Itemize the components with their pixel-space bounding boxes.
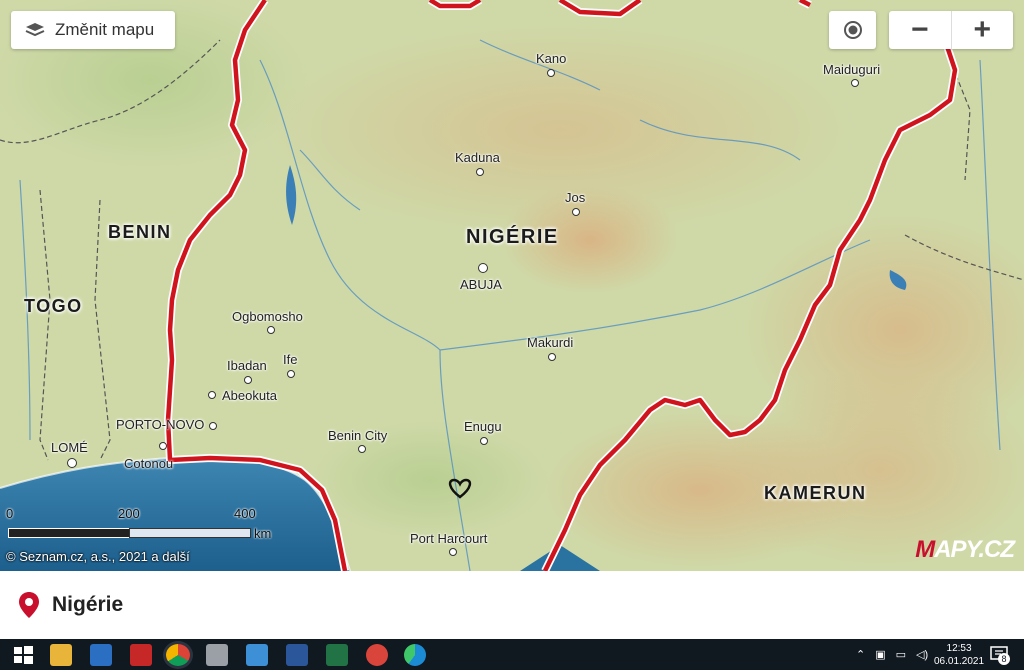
location-pin-icon — [19, 592, 39, 618]
city-label-port-harcourt: Port Harcourt — [410, 531, 488, 546]
layers-icon — [25, 23, 45, 37]
zoom-in-button[interactable]: + — [952, 11, 1014, 49]
scale-unit: km — [254, 526, 272, 541]
city-dot — [159, 442, 167, 450]
zoom-controls: − + — [889, 11, 1013, 49]
logo-first-letter: M — [915, 536, 935, 563]
tray-chevron-icon[interactable]: ⌃ — [856, 648, 865, 661]
scale-bar-light — [129, 528, 251, 538]
capital-dot — [67, 458, 77, 468]
notification-count: 8 — [998, 653, 1010, 665]
city-label-ife: Ife — [283, 352, 298, 367]
city-dot — [287, 370, 295, 378]
city-label-lome: LOMÉ — [51, 440, 88, 455]
capital-dot — [478, 263, 488, 273]
mapy-logo[interactable]: MAPY.CZ — [915, 536, 1015, 564]
country-label-cameroon: KAMERUN — [764, 483, 867, 503]
city-label-enugu: Enugu — [464, 419, 502, 434]
city-dot — [547, 69, 555, 77]
city-label-abuja: ABUJA — [460, 277, 502, 292]
city-label-benin-city: Benin City — [328, 428, 388, 443]
windows-taskbar: ⌃ ▣ ▭ ◁) 12:53 06.01.2021 8 — [0, 639, 1024, 670]
city-dot — [851, 79, 859, 87]
country-label-nigeria: NIGÉRIE — [466, 226, 559, 248]
city-label-kano: Kano — [536, 51, 567, 66]
city-dot — [480, 437, 488, 445]
target-icon — [843, 21, 862, 39]
city-dot — [209, 422, 217, 430]
app-red-icon[interactable] — [366, 644, 388, 666]
system-tray: ⌃ ▣ ▭ ◁) — [856, 639, 928, 670]
file-explorer-icon[interactable] — [50, 644, 72, 666]
city-label-maiduguri: Maiduguri — [823, 62, 881, 77]
printer-icon[interactable] — [206, 644, 228, 666]
place-info-panel: Nigérie — [0, 571, 1024, 639]
city-label-cotonou: Cotonou — [124, 456, 174, 471]
clock-time: 12:53 — [946, 642, 972, 654]
city-dot — [572, 208, 580, 216]
place-title: Nigérie — [52, 593, 124, 616]
acrobat-icon[interactable] — [130, 644, 152, 666]
scale-tick-200: 200 — [118, 506, 140, 521]
city-label-ogbomosho: Ogbomosho — [232, 309, 303, 324]
tray-device-icon[interactable]: ▣ — [875, 648, 885, 661]
map-view[interactable]: NIGÉRIE BENIN TOGO KAMERUN Kano Maidugur… — [0, 0, 1024, 571]
city-dot — [449, 548, 457, 556]
city-label-porto-novo: PORTO-NOVO — [116, 417, 205, 432]
clock-date: 06.01.2021 — [934, 655, 985, 667]
city-label-jos: Jos — [565, 190, 586, 205]
locate-button[interactable] — [829, 11, 876, 49]
scale-tick-400: 400 — [234, 506, 256, 521]
notifications-button[interactable]: 8 — [990, 639, 1010, 670]
city-label-ibadan: Ibadan — [227, 358, 267, 373]
chrome-icon[interactable] — [166, 644, 190, 666]
country-label-togo: TOGO — [24, 296, 83, 316]
map-attribution[interactable]: © Seznam.cz, a.s., 2021 a další — [6, 549, 190, 564]
city-dot — [244, 376, 252, 384]
city-dot — [476, 168, 484, 176]
tray-volume-icon[interactable]: ◁) — [916, 648, 928, 661]
city-dot — [358, 445, 366, 453]
logo-rest: APY.CZ — [934, 536, 1015, 563]
edge-icon[interactable] — [404, 644, 426, 666]
taskbar-clock[interactable]: 12:53 06.01.2021 — [934, 639, 984, 670]
map-scale: 0 200 400 km — [6, 506, 276, 546]
city-label-abeokuta: Abeokuta — [222, 388, 277, 403]
country-label-benin: BENIN — [108, 222, 172, 242]
city-dot — [267, 326, 275, 334]
tray-network-icon[interactable]: ▭ — [896, 648, 906, 661]
zoom-out-button[interactable]: − — [889, 11, 952, 49]
city-dot — [208, 391, 216, 399]
app-window-icon[interactable] — [246, 644, 268, 666]
city-dot — [548, 353, 556, 361]
change-map-button[interactable]: Změnit mapu — [11, 11, 175, 49]
scale-bar-dark — [8, 528, 130, 538]
windows-start-icon[interactable] — [12, 644, 34, 666]
map-terrain — [0, 0, 1024, 571]
change-map-label: Změnit mapu — [55, 20, 155, 39]
city-label-kaduna: Kaduna — [455, 150, 500, 165]
scale-tick-0: 0 — [6, 506, 14, 521]
excel-icon[interactable] — [326, 644, 348, 666]
city-label-makurdi: Makurdi — [527, 335, 574, 350]
mail-icon[interactable] — [90, 644, 112, 666]
word-icon[interactable] — [286, 644, 308, 666]
